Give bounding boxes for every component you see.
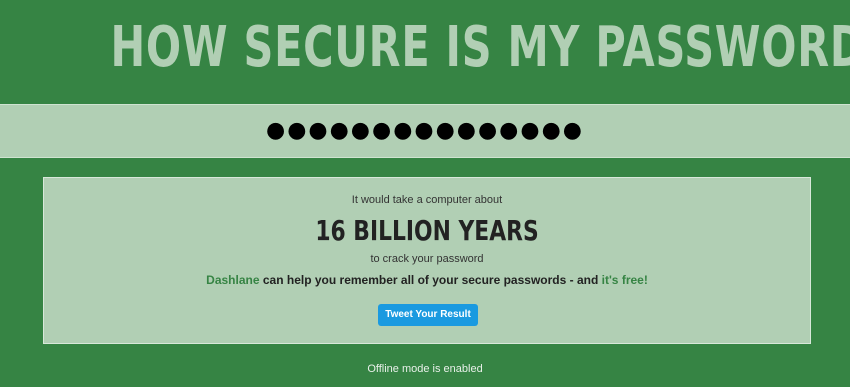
dashlane-link[interactable]: Dashlane bbox=[206, 273, 259, 287]
page-title: HOW SECURE IS MY PASSWORD? bbox=[110, 15, 850, 80]
free-link[interactable]: it's free! bbox=[602, 273, 648, 287]
crack-time: 16 BILLION YEARS bbox=[315, 214, 539, 247]
page: HOW SECURE IS MY PASSWORD? ●●●●●●●●●●●●●… bbox=[0, 0, 850, 387]
password-input[interactable]: ●●●●●●●●●●●●●●● bbox=[0, 105, 850, 157]
result-panel: It would take a computer about 16 BILLIO… bbox=[43, 177, 811, 344]
offline-status: Offline mode is enabled bbox=[367, 363, 483, 375]
tweet-result-button[interactable]: Tweet Your Result bbox=[378, 304, 478, 326]
result-outro-text: to crack your password bbox=[370, 253, 484, 265]
password-bar: ●●●●●●●●●●●●●●● bbox=[0, 104, 850, 158]
dashlane-promo: Dashlane can help you remember all of yo… bbox=[44, 273, 810, 287]
result-intro-text: It would take a computer about bbox=[351, 194, 503, 206]
promo-text: can help you remember all of your secure… bbox=[259, 273, 602, 287]
